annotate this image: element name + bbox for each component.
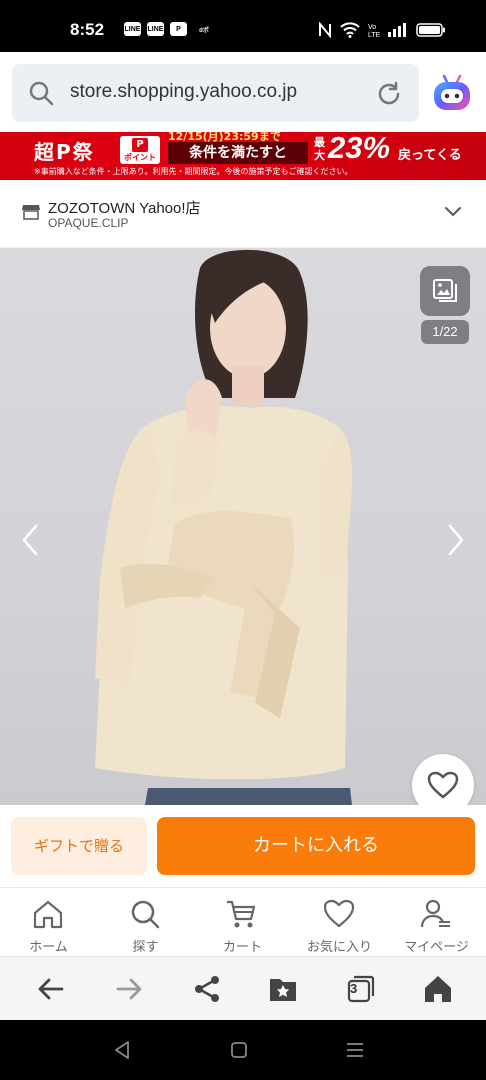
bookmarks-button[interactable] — [242, 957, 322, 1021]
product-photo — [95, 249, 352, 805]
reload-icon[interactable] — [375, 80, 403, 108]
gift-button[interactable]: ギフトで贈る — [11, 817, 147, 875]
heart-icon — [427, 771, 459, 799]
svg-text:LTE: LTE — [368, 32, 380, 38]
point-label: ポイント — [124, 153, 156, 162]
tabs-button[interactable]: 3 — [320, 957, 400, 1021]
browser-toolbar: 3 — [0, 956, 486, 1020]
image-counter: 1/22 — [421, 320, 469, 344]
product-image[interactable]: 1/22 — [0, 248, 486, 805]
system-indicators: Vo LTE — [318, 22, 446, 38]
nav-label-mypage: マイページ — [404, 940, 469, 955]
store-header[interactable]: ZOZOTOWN Yahoo!店 OPAQUE.CLIP — [0, 180, 486, 248]
nav-label-search: 探す — [132, 940, 159, 955]
signal-icon — [388, 23, 406, 37]
point-p-icon: P — [132, 138, 148, 152]
dpoint-notification-icon: dポ — [199, 27, 209, 34]
promo-banner[interactable]: 超P祭 P ポイント 12/15(月)23:59まで 条件を満たすと 最大 23… — [0, 132, 486, 180]
nav-item-mypage[interactable]: マイページ — [388, 888, 485, 957]
heart-icon — [323, 899, 355, 928]
share-button[interactable] — [166, 957, 246, 1021]
system-nav-bar — [0, 1020, 486, 1080]
battery-icon — [416, 23, 445, 37]
system-home-icon[interactable] — [230, 1040, 248, 1060]
nav-label-cart: カート — [222, 940, 262, 955]
home-icon — [425, 976, 451, 1002]
store-name[interactable]: ZOZOTOWN Yahoo!店 — [48, 197, 201, 218]
user-icon — [420, 899, 450, 928]
chevron-down-icon[interactable] — [444, 206, 462, 218]
status-bar: 8:52 LINE LINE P dポ Vo LTE — [0, 0, 486, 52]
line-notification-icon: LINE — [147, 22, 164, 36]
bookmark-folder-icon — [270, 979, 296, 1001]
chevron-right-icon[interactable] — [444, 520, 468, 560]
share-icon — [195, 976, 219, 1002]
line-notification-icon: LINE — [124, 22, 141, 36]
notification-icons: LINE LINE P dポ — [124, 22, 215, 36]
banner-note: ※事前購入など条件・上限あり。利用先・期間限定。今後の施策予定もご確認ください。 — [34, 167, 353, 176]
nav-item-search[interactable]: 探す — [97, 888, 194, 957]
paypay-notification-icon: P — [170, 22, 187, 36]
browser-address-area: store.shopping.yahoo.co.jp — [0, 52, 486, 132]
banner-back-text: 戻ってくる — [398, 148, 462, 163]
system-back-icon[interactable] — [113, 1040, 131, 1060]
banner-percent: 23% — [328, 132, 391, 165]
nav-label-home: ホーム — [29, 940, 68, 955]
action-bar: ギフトで贈る カートに入れる — [0, 805, 486, 887]
banner-logo: 超P祭 — [34, 140, 95, 164]
url-text[interactable]: store.shopping.yahoo.co.jp — [70, 81, 297, 103]
status-time: 8:52 — [70, 20, 105, 39]
cart-icon — [227, 900, 256, 928]
arrow-left-icon — [38, 978, 64, 1000]
assistant-bot-icon[interactable] — [432, 74, 472, 112]
gallery-icon — [433, 279, 457, 302]
store-icon — [22, 205, 40, 220]
nav-item-home[interactable]: ホーム — [0, 888, 97, 957]
tab-count: 3 — [350, 981, 358, 996]
svg-text:Vo: Vo — [368, 24, 376, 31]
banner-condition: 条件を満たすと — [168, 142, 308, 164]
url-bar[interactable]: store.shopping.yahoo.co.jp — [12, 64, 419, 122]
bottom-nav: ホーム 探す カート お気に入り マイページ — [0, 887, 486, 956]
nav-label-favorites: お気に入り — [306, 940, 372, 955]
volte-icon: VoLTE — [368, 24, 380, 38]
nav-item-cart[interactable]: カート — [194, 888, 291, 957]
home-icon — [33, 900, 63, 929]
add-to-cart-button[interactable]: カートに入れる — [157, 817, 475, 875]
arrow-right-icon — [116, 978, 142, 1000]
wifi-icon — [340, 22, 360, 38]
nfc-icon — [319, 22, 331, 38]
search-icon — [29, 81, 54, 106]
forward-button[interactable] — [88, 957, 168, 1021]
banner-max-label: 最大 — [314, 136, 325, 162]
chevron-left-icon[interactable] — [18, 520, 42, 560]
point-badge: P ポイント — [120, 136, 160, 164]
gallery-button[interactable] — [420, 266, 470, 316]
store-brand[interactable]: OPAQUE.CLIP — [48, 216, 128, 230]
home-button[interactable] — [397, 957, 477, 1021]
search-icon — [131, 900, 160, 929]
nav-item-favorites[interactable]: お気に入り — [291, 888, 388, 957]
back-button[interactable] — [10, 957, 90, 1021]
system-menu-icon[interactable] — [346, 1040, 364, 1060]
